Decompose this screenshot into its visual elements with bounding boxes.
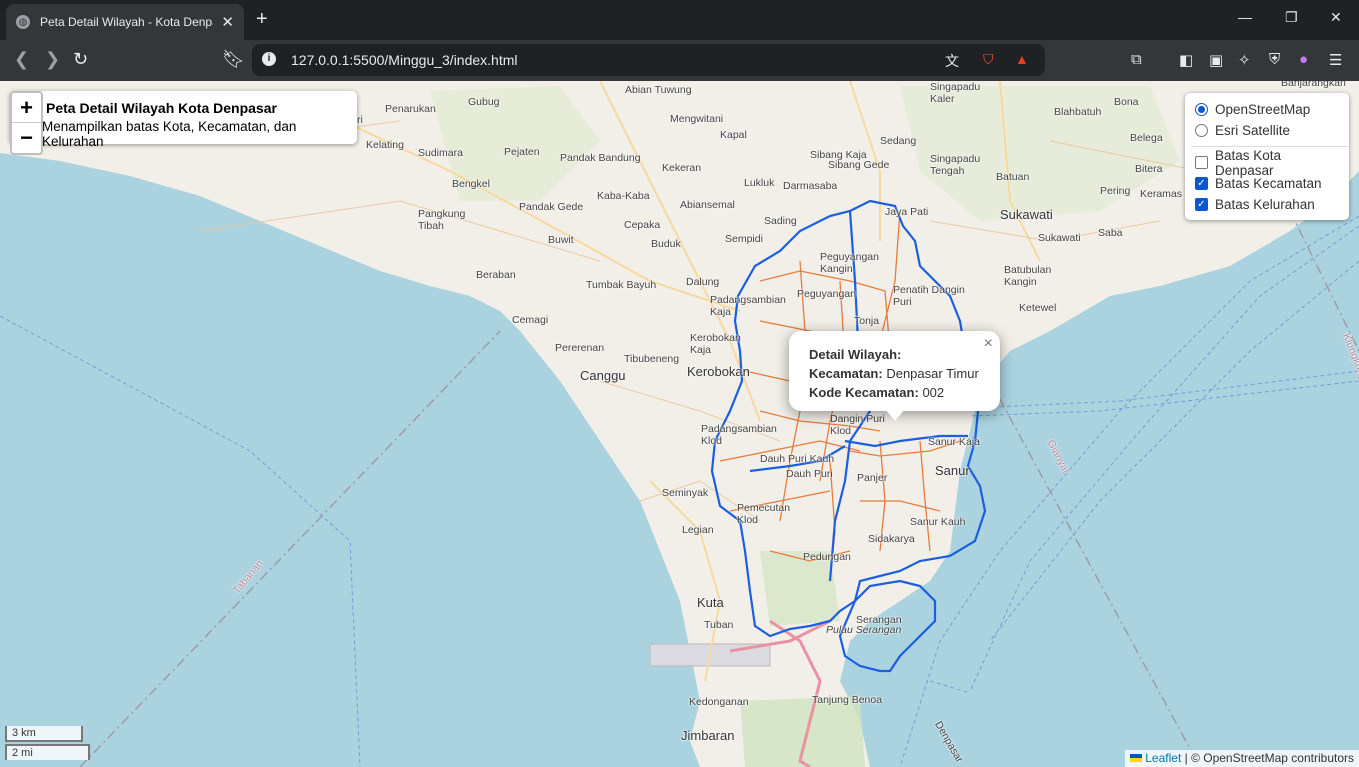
zoom-control: + − — [10, 91, 43, 155]
map-info-panel: Peta Detail Wilayah Kota Denpasar Menamp… — [10, 91, 357, 149]
map-title: Peta Detail Wilayah Kota Denpasar — [46, 100, 277, 116]
layer-control: OpenStreetMap Esri Satellite Batas Kota … — [1185, 93, 1349, 220]
radio-button[interactable] — [1195, 124, 1208, 137]
checkbox[interactable] — [1195, 156, 1208, 169]
globe-icon: ◍ — [16, 15, 30, 29]
base-layer-label[interactable]: OpenStreetMap — [1215, 102, 1310, 117]
wallet-icon[interactable]: ▣ — [1209, 51, 1223, 69]
attribution: Leaflet | © OpenStreetMap contributors — [1125, 750, 1359, 767]
overlay-label[interactable]: Batas Kecamatan — [1215, 176, 1322, 191]
url-text[interactable]: 127.0.0.1:5500/Minggu_3/index.html — [291, 52, 518, 68]
kecamatan-label: Kecamatan: — [809, 366, 883, 381]
popup-close-button[interactable]: × — [984, 335, 993, 353]
zoom-in-button[interactable]: + — [12, 93, 41, 123]
overlay-label[interactable]: Batas Kelurahan — [1215, 197, 1315, 212]
ukraine-flag-icon — [1130, 754, 1143, 762]
leo-ai-icon[interactable]: ✧ — [1238, 51, 1251, 69]
address-bar[interactable]: i 127.0.0.1:5500/Minggu_3/index.html 文 ⛉… — [252, 44, 1045, 76]
popup-tip — [885, 409, 905, 421]
scale-metric: 3 km — [5, 726, 83, 742]
new-tab-icon[interactable]: + — [256, 8, 268, 31]
checkbox[interactable]: ✓ — [1195, 198, 1208, 211]
base-layer-osm[interactable]: OpenStreetMap — [1195, 99, 1339, 120]
kode-label: Kode Kecamatan: — [809, 385, 919, 400]
base-layer-label[interactable]: Esri Satellite — [1215, 123, 1290, 138]
screenshot-icon[interactable]: ⧉ — [1131, 51, 1142, 68]
scale-imperial: 2 mi — [5, 744, 90, 760]
base-layer-esri[interactable]: Esri Satellite — [1195, 120, 1339, 141]
close-tab-icon[interactable]: ✕ — [221, 13, 234, 31]
bookmark-icon[interactable]: 🔖︎ — [222, 49, 245, 70]
minimize-icon[interactable]: — — [1238, 9, 1252, 25]
region-popup: × Detail Wilayah: Kecamatan: Denpasar Ti… — [789, 331, 1000, 421]
info-icon[interactable]: i — [262, 52, 276, 66]
attribution-text: | © OpenStreetMap contributors — [1184, 751, 1354, 765]
forward-icon[interactable]: ❯ — [45, 49, 60, 70]
overlay-batas-kota[interactable]: Batas Kota Denpasar — [1195, 148, 1339, 178]
browser-toolbar: ❮ ❯ ↻ 🔖︎ i 127.0.0.1:5500/Minggu_3/index… — [0, 40, 1359, 81]
tab-title: Peta Detail Wilayah - Kota Denpasar — [40, 15, 213, 29]
menu-icon[interactable]: ☰ — [1329, 51, 1342, 69]
brave-shield-icon[interactable]: ⛉ — [983, 51, 994, 68]
kode-value: 002 — [922, 385, 945, 400]
map-container[interactable]: Abian Tuwung Mengwitani Kapal Penarukan … — [0, 81, 1359, 767]
map-subtitle: Menampilkan batas Kota, Kecamatan, dan K… — [42, 119, 297, 149]
kecamatan-value: Denpasar Timur — [886, 366, 979, 381]
brave-rewards-icon[interactable]: ▲ — [1015, 51, 1029, 67]
leaflet-link[interactable]: Leaflet — [1145, 751, 1181, 765]
vpn-icon[interactable]: ⛨ — [1269, 51, 1280, 68]
overlay-batas-kelurahan[interactable]: ✓ Batas Kelurahan — [1195, 194, 1339, 215]
overlay-batas-kecamatan[interactable]: ✓ Batas Kecamatan — [1195, 173, 1339, 194]
checkbox[interactable]: ✓ — [1195, 177, 1208, 190]
radio-button[interactable] — [1195, 103, 1208, 116]
sidebar-icon[interactable]: ◧ — [1179, 51, 1193, 69]
back-icon[interactable]: ❮ — [14, 49, 29, 70]
profile-icon[interactable]: ● — [1299, 51, 1308, 68]
zoom-out-button[interactable]: − — [12, 123, 41, 153]
map-tiles[interactable] — [0, 81, 1359, 767]
translate-icon[interactable]: 文 — [945, 51, 959, 71]
maximize-icon[interactable]: ❐ — [1285, 9, 1298, 26]
tab-strip: ◍ Peta Detail Wilayah - Kota Denpasar ✕ … — [0, 0, 1359, 40]
close-window-icon[interactable]: ✕ — [1330, 9, 1342, 26]
popup-heading: Detail Wilayah: — [809, 347, 902, 362]
overlay-label[interactable]: Batas Kota Denpasar — [1215, 148, 1339, 178]
reload-icon[interactable]: ↻ — [73, 49, 88, 70]
tab-active[interactable]: ◍ Peta Detail Wilayah - Kota Denpasar ✕ — [6, 4, 244, 40]
